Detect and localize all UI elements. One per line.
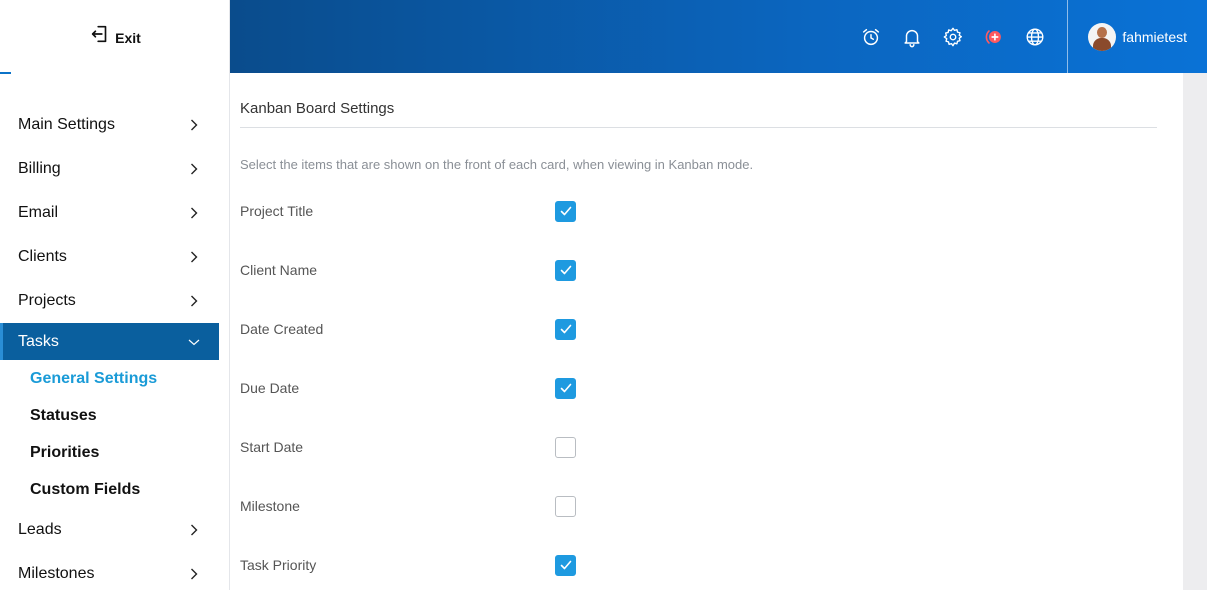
- checkmark-icon: [560, 265, 571, 275]
- bell-icon[interactable]: [900, 25, 924, 49]
- sidebar-item-label: Milestones: [18, 565, 95, 582]
- sidebar-item-main-settings[interactable]: Main Settings: [0, 103, 219, 147]
- header-actions: fahmietest: [850, 0, 1207, 73]
- checkmark-icon: [560, 383, 571, 393]
- avatar: [1088, 22, 1117, 51]
- submenu-item-statuses[interactable]: Statuses: [0, 397, 219, 434]
- chevron-right-icon: [191, 207, 198, 219]
- exit-accent-bar: [0, 72, 11, 74]
- option-checkbox[interactable]: [555, 495, 576, 517]
- header-divider: [1067, 0, 1069, 73]
- submenu-item-priorities[interactable]: Priorities: [0, 434, 219, 471]
- sidebar-item-leads[interactable]: Leads: [0, 508, 219, 552]
- scrollbar[interactable]: [1183, 73, 1207, 590]
- sidebar: Exit Main Settings Billing Email Clients…: [0, 0, 230, 590]
- exit-icon: [89, 23, 111, 50]
- option-checkbox[interactable]: [555, 554, 576, 576]
- option-row: Client Name: [240, 258, 640, 282]
- option-row: Milestone: [240, 494, 640, 518]
- sidebar-item-label: Main Settings: [18, 116, 115, 133]
- chevron-right-icon: [191, 251, 198, 263]
- submenu-item-general-settings[interactable]: General Settings: [0, 360, 219, 397]
- alarm-clock-icon[interactable]: [859, 25, 883, 49]
- chevron-right-icon: [191, 163, 198, 175]
- option-label: Due Date: [240, 380, 300, 396]
- option-row: Project Title: [240, 199, 640, 223]
- exit-button[interactable]: Exit: [89, 23, 141, 50]
- option-label: Task Priority: [240, 557, 317, 573]
- checkmark-icon: [560, 324, 571, 334]
- sidebar-item-label: Clients: [18, 248, 67, 265]
- top-header: fahmietest: [230, 0, 1207, 73]
- sidebar-item-billing[interactable]: Billing: [0, 147, 219, 191]
- settings-menu: Main Settings Billing Email Clients Proj…: [0, 103, 219, 590]
- sidebar-item-milestones[interactable]: Milestones: [0, 552, 219, 590]
- chevron-right-icon: [191, 295, 198, 307]
- option-checkbox[interactable]: [555, 200, 576, 222]
- sidebar-item-tasks[interactable]: Tasks: [0, 323, 219, 360]
- option-label: Client Name: [240, 262, 318, 278]
- gear-icon[interactable]: [941, 25, 965, 49]
- sidebar-item-projects[interactable]: Projects: [0, 279, 219, 323]
- chevron-right-icon: [191, 524, 198, 536]
- sidebar-item-label: Billing: [18, 160, 61, 177]
- option-label: Start Date: [240, 439, 304, 455]
- section-divider: [240, 127, 1157, 128]
- chevron-right-icon: [191, 119, 198, 131]
- option-label: Project Title: [240, 203, 314, 219]
- option-checkbox[interactable]: [555, 377, 576, 399]
- section-title: Kanban Board Settings: [240, 100, 395, 117]
- checkmark-icon: [560, 206, 571, 216]
- option-checkbox[interactable]: [555, 259, 576, 281]
- sidebar-item-clients[interactable]: Clients: [0, 235, 219, 279]
- exit-bar: Exit: [0, 0, 230, 73]
- option-row: Date Created: [240, 317, 640, 341]
- chevron-down-icon: [188, 339, 200, 345]
- option-label: Milestone: [240, 498, 300, 514]
- option-checkbox[interactable]: [555, 318, 576, 340]
- globe-icon[interactable]: [1023, 25, 1047, 49]
- submenu-item-custom-fields[interactable]: Custom Fields: [0, 471, 219, 508]
- sidebar-item-email[interactable]: Email: [0, 191, 219, 235]
- option-checkbox[interactable]: [555, 436, 576, 458]
- sidebar-item-label: Leads: [18, 521, 62, 538]
- tasks-submenu: General Settings Statuses Priorities Cus…: [0, 360, 219, 508]
- checkmark-icon: [560, 560, 571, 570]
- chevron-right-icon: [191, 568, 198, 580]
- option-label: Date Created: [240, 321, 324, 337]
- sidebar-item-label: Email: [18, 204, 59, 221]
- exit-label: Exit: [115, 30, 141, 46]
- username: fahmietest: [1122, 28, 1187, 45]
- option-row: Task Priority: [240, 553, 640, 577]
- section-description: Select the items that are shown on the f…: [240, 157, 754, 172]
- sidebar-item-label: Projects: [18, 292, 76, 309]
- sidebar-item-label: Tasks: [18, 332, 59, 350]
- user-menu[interactable]: fahmietest: [1088, 22, 1187, 51]
- add-circle-icon[interactable]: [982, 25, 1006, 49]
- option-row: Start Date: [240, 435, 640, 459]
- option-row: Due Date: [240, 376, 640, 400]
- main-content: Kanban Board Settings Select the items t…: [230, 73, 1183, 590]
